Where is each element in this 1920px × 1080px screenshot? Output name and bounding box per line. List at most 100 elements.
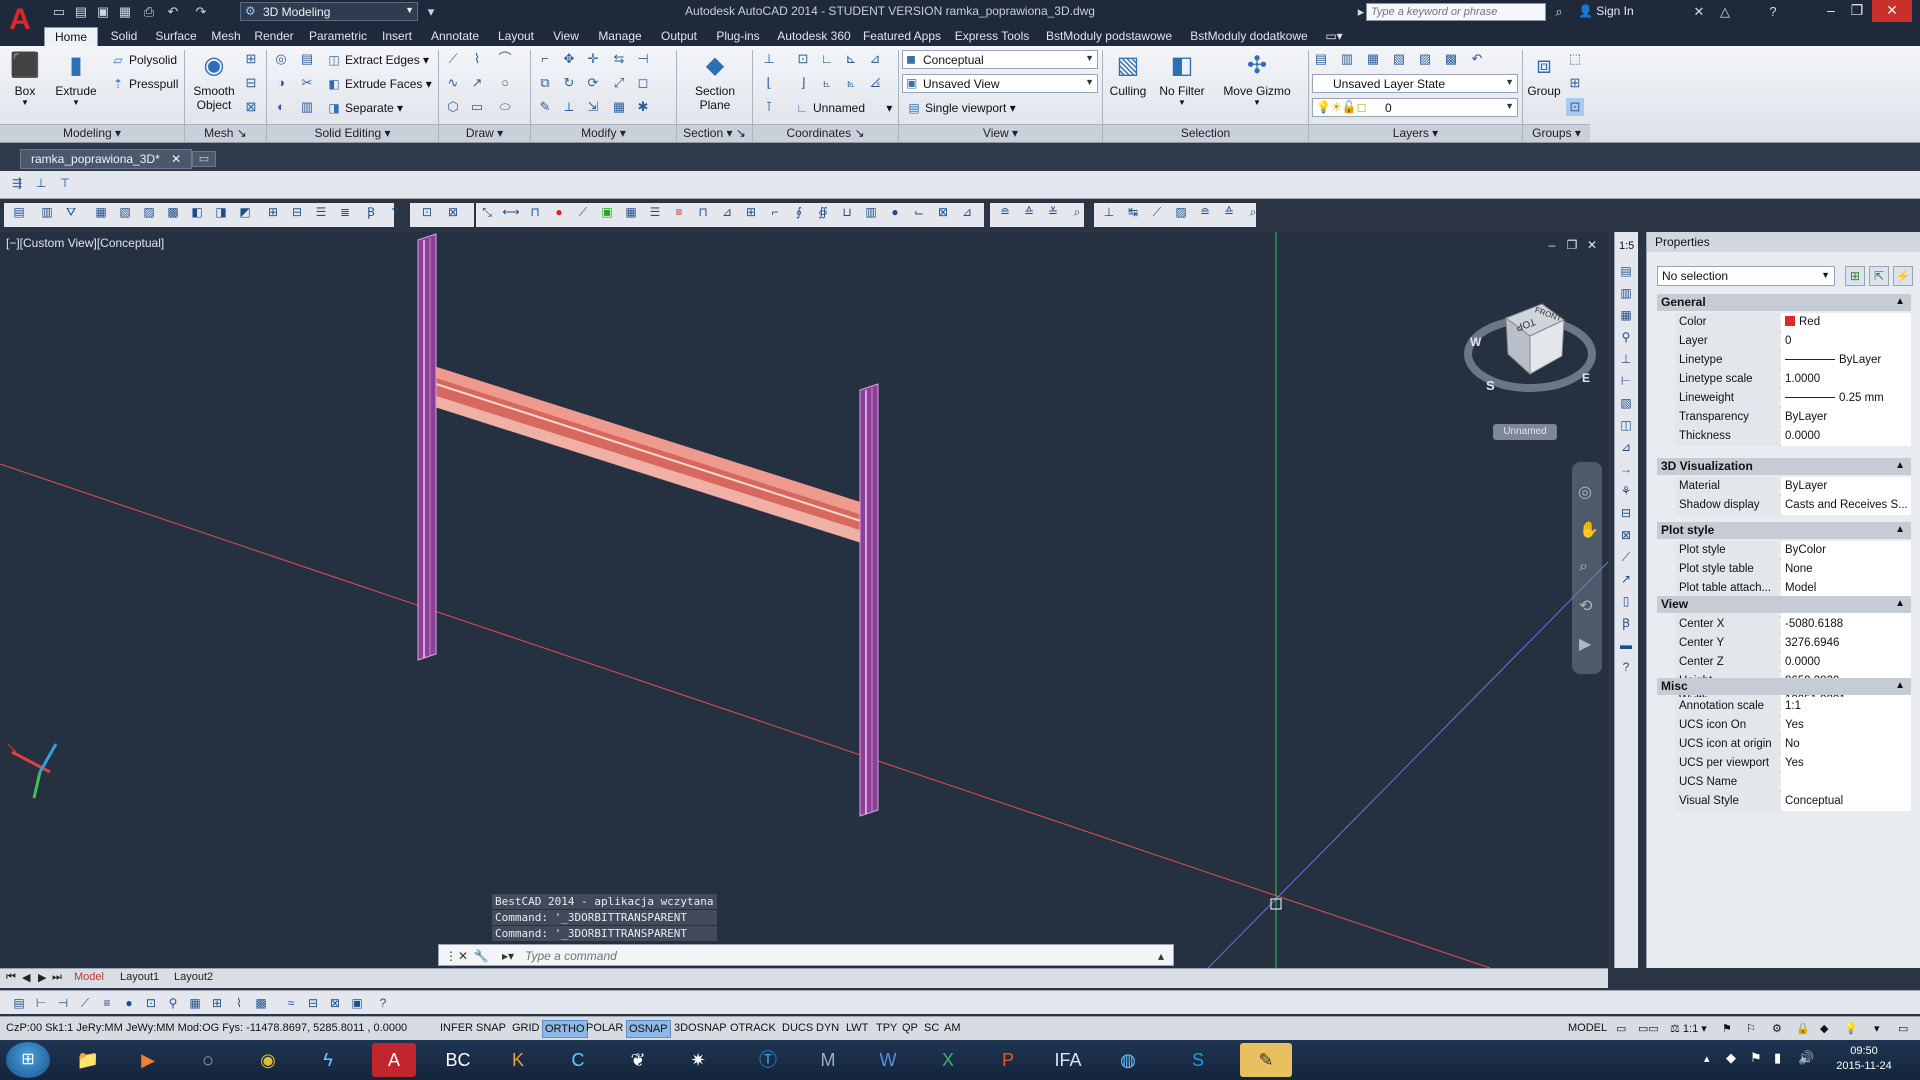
tab-manage[interactable]: Manage: [592, 27, 648, 46]
property-row[interactable]: Linetype ByLayer: [1675, 351, 1911, 370]
app-icon-swirl[interactable]: ◌: [182, 1043, 234, 1077]
tool-icon-d[interactable]: ▩: [164, 203, 182, 221]
layer-lock-icon[interactable]: ▨: [1416, 50, 1434, 68]
model-canvas[interactable]: [0, 232, 1608, 968]
excel-icon[interactable]: X: [922, 1043, 974, 1077]
group-edit-icon[interactable]: ⊞: [1566, 74, 1584, 92]
ucs-previous-icon[interactable]: ∟: [818, 50, 836, 68]
word-icon[interactable]: W: [862, 1043, 914, 1077]
property-row[interactable]: Shadow display Casts and Receives S...: [1675, 496, 1911, 515]
tab-home[interactable]: Home: [44, 27, 98, 46]
tool-icon-b[interactable]: ▧: [116, 203, 134, 221]
filter-tool-icon[interactable]: ⛛: [62, 203, 80, 221]
print-icon[interactable]: ⎙: [140, 3, 158, 21]
ellipse-icon[interactable]: ⬭: [496, 98, 514, 116]
ucs-face-icon[interactable]: ⌊: [760, 74, 778, 92]
save-icon[interactable]: ▣: [94, 3, 112, 21]
property-row[interactable]: Plot style table None: [1675, 560, 1911, 579]
clean-screen-icon[interactable]: ▭: [1896, 1020, 1910, 1038]
property-value[interactable]: No: [1781, 735, 1911, 754]
tab-insert[interactable]: Insert: [376, 27, 418, 46]
showmotion-icon[interactable]: ▶: [1579, 634, 1591, 654]
media-player-icon[interactable]: ▶: [122, 1043, 174, 1077]
tab-parametric[interactable]: Parametric: [302, 27, 374, 46]
polygon-icon[interactable]: ⬡: [444, 98, 462, 116]
tab-autodesk-360[interactable]: Autodesk 360: [774, 27, 854, 46]
property-value[interactable]: 0.0000: [1781, 427, 1911, 446]
dim-icon-18[interactable]: ●: [886, 203, 904, 221]
property-value[interactable]: Yes: [1781, 754, 1911, 773]
dim-icon-21[interactable]: ⊿: [958, 203, 976, 221]
panel-title-mesh[interactable]: Mesh ↘: [185, 124, 266, 142]
tray-app-icon[interactable]: ◆: [1726, 1050, 1736, 1066]
quick-view-layouts-icon[interactable]: ▭: [1614, 1020, 1628, 1038]
align-icon[interactable]: ⇆: [610, 50, 628, 68]
property-row[interactable]: Transparency ByLayer: [1675, 408, 1911, 427]
panel-title-solid-editing[interactable]: Solid Editing ▾: [267, 124, 438, 142]
layer-b-icon[interactable]: ≙: [1220, 203, 1238, 221]
status-toggle-tpy[interactable]: TPY: [874, 1020, 899, 1038]
vtool-icon-2[interactable]: ▥: [1617, 284, 1635, 302]
left-column[interactable]: [417, 233, 437, 661]
ucs-name-select[interactable]: ∟ Unnamed ▾: [794, 98, 892, 118]
panel-title-coordinates[interactable]: Coordinates ↘: [753, 124, 898, 142]
polysolid-button[interactable]: ▱ Polysolid: [110, 50, 177, 70]
command-input[interactable]: [525, 948, 1125, 964]
powerpoint-icon[interactable]: P: [982, 1043, 1034, 1077]
vtool-icon-12[interactable]: ⊟: [1617, 504, 1635, 522]
status-toggle-otrack[interactable]: OTRACK: [728, 1020, 778, 1038]
open-icon[interactable]: ▤: [72, 3, 90, 21]
network-icon[interactable]: ▮: [1774, 1050, 1781, 1066]
status-toggle-infer[interactable]: INFER: [438, 1020, 475, 1038]
status-toggle-lwt[interactable]: LWT: [844, 1020, 870, 1038]
dim-icon-20[interactable]: ⊠: [934, 203, 952, 221]
fillet-icon[interactable]: ⌐: [536, 50, 554, 68]
restore-button[interactable]: ❐: [1844, 0, 1870, 22]
property-row[interactable]: Plot style ByColor: [1675, 541, 1911, 560]
property-value[interactable]: 0: [1781, 332, 1911, 351]
scale-icon[interactable]: ⤢: [610, 74, 628, 92]
bestcad-taskbar-icon[interactable]: BC: [432, 1043, 484, 1077]
vtool-icon-9[interactable]: ⊿: [1617, 438, 1635, 456]
annotation-scale-button[interactable]: ⚖ 1:1 ▾: [1668, 1020, 1709, 1038]
3d-rotate-icon[interactable]: ⟳: [584, 74, 602, 92]
app-icon-bolt[interactable]: ϟ: [302, 1043, 354, 1077]
tool-icon-j[interactable]: ☰: [312, 203, 330, 221]
bt-icon-15[interactable]: ⊠: [326, 994, 344, 1012]
property-value[interactable]: 3276.6946: [1781, 634, 1911, 653]
tab-featured-apps[interactable]: Featured Apps: [860, 27, 944, 46]
redo-icon[interactable]: ↷: [192, 3, 210, 21]
action-center-icon[interactable]: ⚑: [1750, 1050, 1762, 1066]
mesh-crease-icon[interactable]: ⊠: [242, 98, 260, 116]
property-value[interactable]: [1781, 773, 1911, 792]
vtool-icon-18[interactable]: ▬: [1617, 636, 1635, 654]
tab-model[interactable]: Model: [74, 971, 104, 983]
slice-icon[interactable]: ✂: [298, 74, 316, 92]
solid-edit-icon[interactable]: ▤: [298, 50, 316, 68]
property-value[interactable]: 0.0000: [1781, 653, 1911, 672]
bt-icon-16[interactable]: ▣: [348, 994, 366, 1012]
hardware-accel-icon[interactable]: ◆: [1818, 1020, 1830, 1038]
3d-move-icon[interactable]: ✥: [560, 50, 578, 68]
property-value[interactable]: 0.25 mm: [1781, 389, 1911, 408]
bt-icon-4[interactable]: ⟋: [76, 994, 94, 1012]
app-icon-paint[interactable]: ✎: [1240, 1043, 1292, 1077]
collapse-icon[interactable]: ▲: [1895, 294, 1905, 309]
no-filter-button[interactable]: ◧ No Filter ▼: [1156, 50, 1208, 107]
property-value[interactable]: 1.0000: [1781, 370, 1911, 389]
move-gizmo-button[interactable]: ✣ Move Gizmo ▼: [1222, 50, 1292, 107]
status-toggle-snap[interactable]: SNAP: [474, 1020, 508, 1038]
section-header-misc[interactable]: Misc ▲: [1657, 678, 1911, 695]
layer-freeze-icon[interactable]: ▦: [1364, 50, 1382, 68]
dim-icon-4[interactable]: ●: [550, 203, 568, 221]
app-icon-t[interactable]: Ⓣ: [742, 1043, 794, 1077]
autocad-taskbar-icon[interactable]: A: [372, 1043, 416, 1077]
property-value[interactable]: -5080.6188: [1781, 615, 1911, 634]
start-button[interactable]: ⊞: [6, 1042, 50, 1078]
tool-icon-h[interactable]: ⊞: [264, 203, 282, 221]
scale-label-icon[interactable]: 1:5: [1619, 240, 1634, 252]
circle-icon[interactable]: ○: [496, 74, 514, 92]
workspace-select[interactable]: ⚙ 3D Modeling ▼: [240, 2, 418, 21]
right-column[interactable]: [859, 383, 879, 817]
new-tab-button[interactable]: ▭: [192, 151, 216, 167]
